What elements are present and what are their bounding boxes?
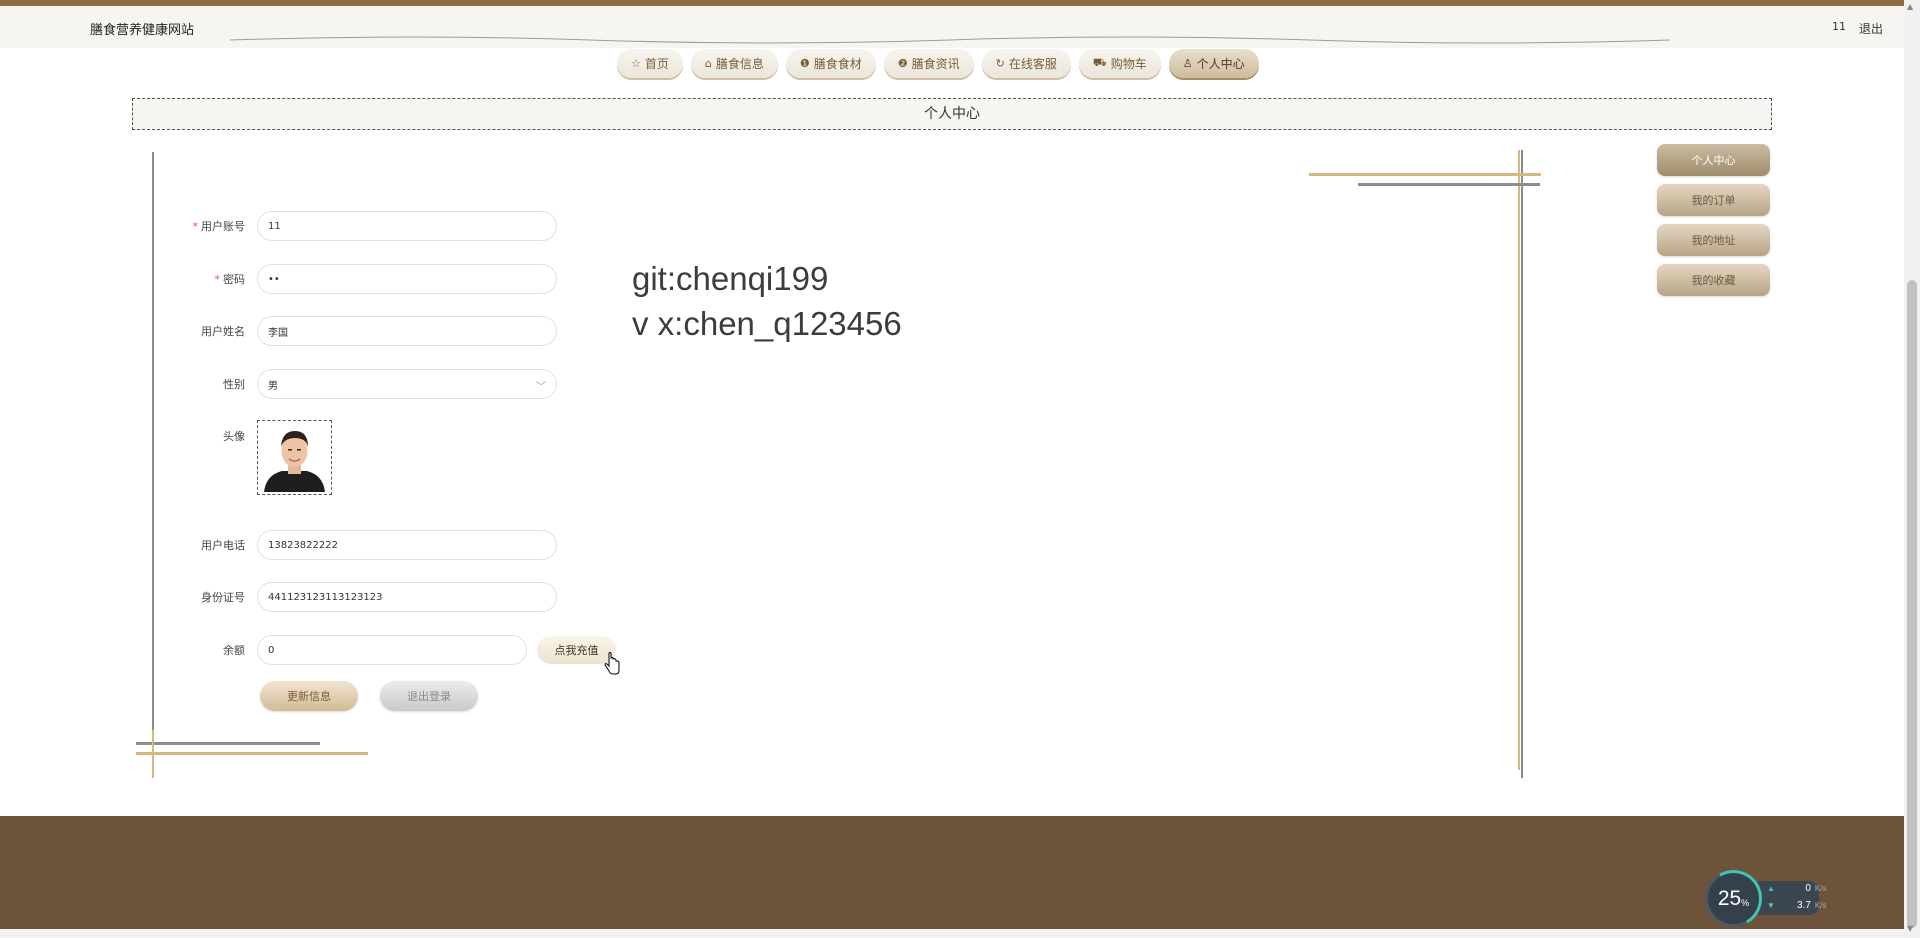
gauge-arc [1698,863,1769,934]
nav-item-cart[interactable]: ⛟ 购物车 [1078,49,1161,78]
password-input[interactable]: •• [257,264,557,294]
nav-item-news[interactable]: ❷ 膳食资讯 [883,49,974,78]
avatar-image [260,423,329,492]
chevron-down-icon: ﹀ [536,382,546,393]
watermark-text: git:chenqi199 v x:chen_q123456 [632,256,902,346]
update-info-button[interactable]: 更新信息 [260,681,358,711]
top-username[interactable]: 11 [1832,20,1846,33]
form-row-avatar: 头像 [160,420,332,495]
network-speed-widget[interactable]: ▲ 0 K/s ▼ 3.7 K/s 25% [1698,863,1827,934]
gender-value: 男 [268,380,278,392]
avatar-label: 头像 [223,430,245,443]
mouse-pointer-icon [604,652,620,675]
upload-speed: ▲ 0 K/s [1767,883,1827,894]
nav-item-label: 个人中心 [1196,57,1245,71]
balance-label: 余额 [223,644,245,657]
info-icon: ❶ [799,57,810,70]
side-item-favorites[interactable]: 我的收藏 [1657,264,1770,296]
memory-usage-gauge: 25% [1698,863,1769,934]
nav-item-label: 首页 [644,57,669,71]
decorative-line [136,752,368,755]
nav-item-label: 在线客服 [1008,57,1057,71]
scroll-down-icon[interactable]: ▼ [1907,924,1913,933]
nav-item-ingredients[interactable]: ❶ 膳食食材 [785,49,876,78]
gender-label: 性别 [223,378,245,391]
side-item-orders[interactable]: 我的订单 [1657,184,1770,216]
frame-line-right-gold [1518,150,1520,770]
download-speed: ▼ 3.7 K/s [1767,900,1827,911]
logout-button[interactable]: 退出登录 [380,681,478,711]
decorative-line [1309,173,1541,176]
decorative-wave [230,36,1670,44]
balance-input[interactable]: 0 [257,635,527,665]
decorative-line [152,730,154,778]
watermark-line-1: git:chenqi199 [632,260,829,297]
avatar-upload[interactable] [257,420,332,495]
id-card-label: 身份证号 [201,591,245,604]
name-label: 用户姓名 [201,325,245,338]
footer-bottom-strip [0,929,1904,938]
headset-icon: ↻ [995,57,1005,70]
watermark-line-2: v x:chen_q123456 [632,305,902,342]
side-item-profile[interactable]: 个人中心 [1657,144,1770,176]
upload-arrow-icon: ▲ [1767,884,1775,893]
name-input[interactable]: 李国 [257,316,557,346]
required-mark: * [192,220,199,233]
form-row-gender: 性别 男 ﹀ [160,369,557,399]
user-icon: ♙ [1182,57,1193,70]
top-logout-link[interactable]: 退出 [1859,20,1883,37]
required-mark: * [214,273,221,286]
main-nav: ☆ 首页 ⌂ 膳食信息 ❶ 膳食食材 ❷ 膳食资讯 ↻ 在线客服 ⛟ 购物车 ♙… [617,49,1259,78]
nav-item-label: 膳食资讯 [911,57,960,71]
scroll-up-icon[interactable]: ▲ [1907,2,1913,11]
question-icon: ❷ [897,57,908,70]
star-icon: ☆ [631,57,641,70]
download-arrow-icon: ▼ [1767,901,1775,910]
id-card-input[interactable]: 441123123113123123 [257,582,557,612]
form-row-password: * 密码 •• [160,264,557,294]
account-input[interactable]: 11 [257,211,557,241]
nav-item-profile[interactable]: ♙ 个人中心 [1168,49,1259,78]
nav-item-diet-info[interactable]: ⌂ 膳食信息 [690,49,778,78]
nav-item-home[interactable]: ☆ 首页 [617,49,683,78]
phone-label: 用户电话 [201,539,245,552]
account-label: * 用户账号 [192,220,246,233]
site-title: 膳食营养健康网站 [90,23,195,38]
nav-item-customer-service[interactable]: ↻ 在线客服 [981,49,1071,78]
section-title-bar: 个人中心 [132,98,1772,130]
footer [0,816,1904,929]
phone-input[interactable]: 13823822222 [257,530,557,560]
form-row-name: 用户姓名 李国 [160,316,557,346]
nav-item-label: 膳食食材 [813,57,862,71]
gender-select[interactable]: 男 ﹀ [257,369,557,399]
frame-line-right [1521,150,1523,778]
form-row-balance: 余额 0 点我充值 [160,635,616,665]
form-row-account: * 用户账号 11 [160,211,557,241]
scrollbar-thumb[interactable] [1907,280,1917,928]
section-title: 个人中心 [924,106,980,122]
decorative-line [1358,183,1540,186]
form-row-phone: 用户电话 13823822222 [160,530,557,560]
side-item-address[interactable]: 我的地址 [1657,224,1770,256]
side-menu: 个人中心 我的订单 我的地址 我的收藏 [1657,144,1770,304]
cart-icon: ⛟ [1092,56,1107,69]
decorative-line [136,742,320,745]
nav-item-label: 膳食信息 [715,57,764,71]
bag-icon: ⌂ [704,57,712,70]
frame-line-left [152,152,154,778]
password-label: * 密码 [214,273,246,286]
nav-item-label: 购物车 [1110,57,1147,71]
form-row-id-card: 身份证号 441123123113123123 [160,582,557,612]
